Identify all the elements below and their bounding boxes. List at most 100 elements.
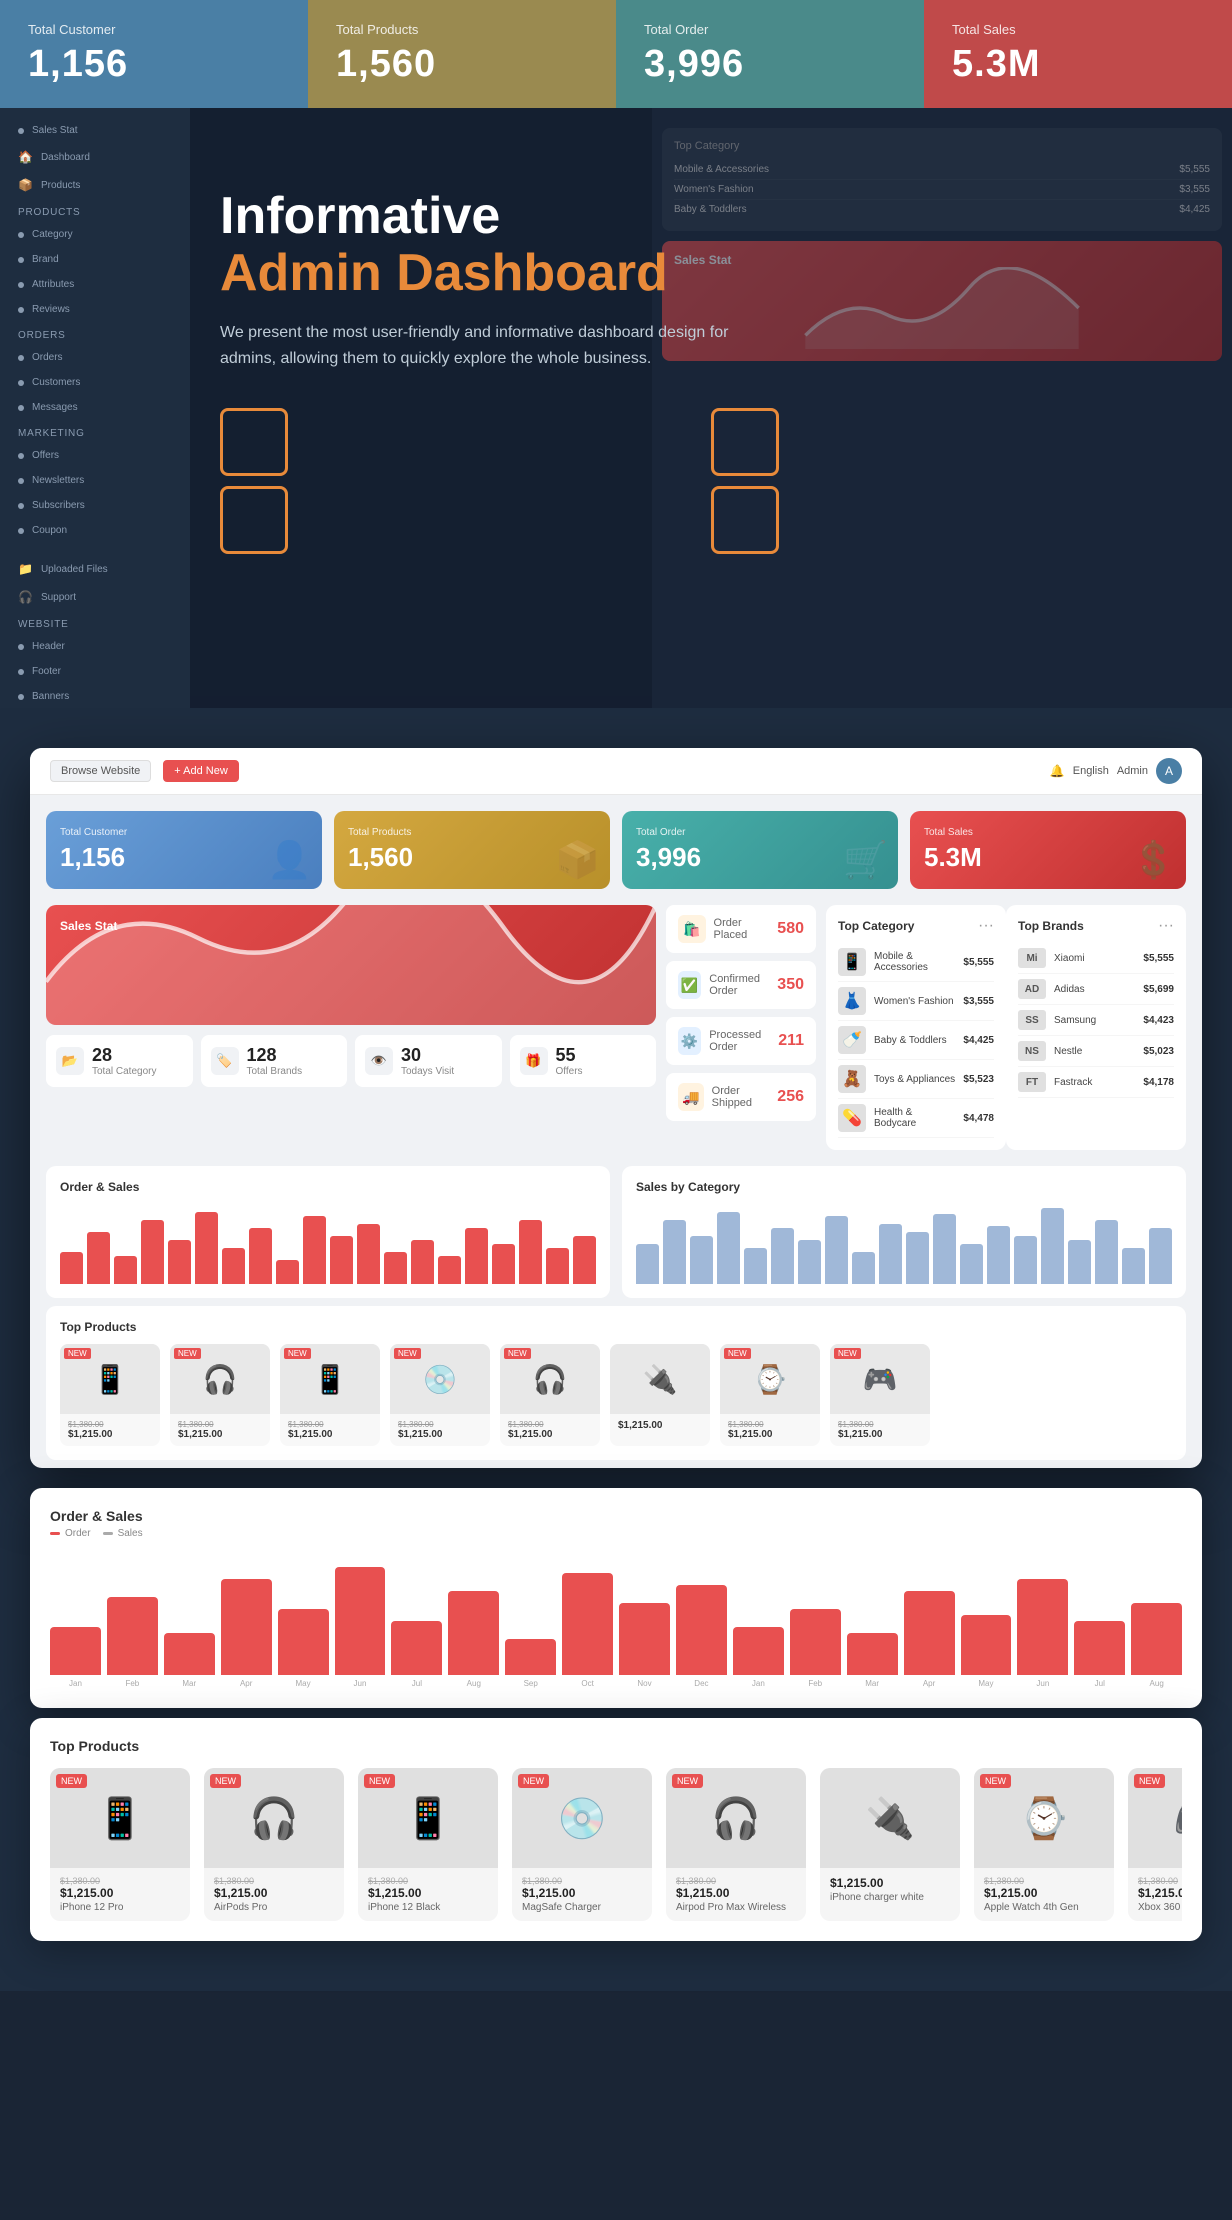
cat-name-2: Baby & Toddlers xyxy=(874,1035,955,1046)
metric-brands: 🏷️ 128 Total Brands xyxy=(201,1035,348,1087)
showcase-price-old: $1,380.00 xyxy=(368,1876,488,1886)
metric-lbl-1: Total Brands xyxy=(247,1066,303,1077)
stat-total-order: Total Order 3,996 xyxy=(616,0,924,108)
brand-val-4: $4,178 xyxy=(1143,1077,1174,1088)
charts-row: Order & Sales Sales by Category xyxy=(30,1166,1202,1306)
metric-val-3: 55 xyxy=(556,1045,583,1066)
showcase-product-item[interactable]: ⌚ NEW $1,380.00 $1,215.00 Apple Watch 4t… xyxy=(974,1768,1114,1921)
product-card[interactable]: 🎧 NEW $1,380.00 $1,215.00 xyxy=(170,1344,270,1446)
brand-val-0: $5,555 xyxy=(1143,953,1174,964)
showcase-product-image: ⌚ NEW xyxy=(974,1768,1114,1868)
metric-val-2: 30 xyxy=(401,1045,454,1066)
order-icon: 🛒 xyxy=(843,839,888,881)
top-category-title: Top Category xyxy=(838,919,914,933)
product-card[interactable]: 💿 NEW $1,380.00 $1,215.00 xyxy=(390,1344,490,1446)
brand-logo-2: SS xyxy=(1018,1010,1046,1030)
order-sales-bar-chart xyxy=(60,1204,596,1284)
large-chart-bar xyxy=(335,1567,386,1675)
chart-bar xyxy=(771,1228,794,1284)
product-card[interactable]: ⌚ NEW $1,380.00 $1,215.00 xyxy=(720,1344,820,1446)
metric-val-0: 28 xyxy=(92,1045,156,1066)
showcase-product-item[interactable]: 🔌 $1,215.00 iPhone charger white xyxy=(820,1768,960,1921)
product-info: $1,380.00 $1,215.00 xyxy=(280,1414,380,1446)
showcase-product-image: 💿 NEW xyxy=(512,1768,652,1868)
chart-label: Aug xyxy=(448,1679,499,1688)
showcase-product-item[interactable]: 🎮 NEW $1,380.00 $1,215.00 Xbox 360 xyxy=(1128,1768,1182,1921)
chart-label: Jul xyxy=(1074,1679,1125,1688)
showcase-product-item[interactable]: 🎧 NEW $1,380.00 $1,215.00 AirPods Pro xyxy=(204,1768,344,1921)
category-row-3: 🧸 Toys & Appliances $5,523 xyxy=(838,1060,994,1099)
large-chart-bar xyxy=(50,1627,101,1675)
showcase-product-item[interactable]: 💿 NEW $1,380.00 $1,215.00 MagSafe Charge… xyxy=(512,1768,652,1921)
order-card-shipped: 🚚 Order Shipped 256 xyxy=(666,1073,816,1121)
chart-label: Jun xyxy=(1017,1679,1068,1688)
chart-bar xyxy=(852,1252,875,1284)
bell-icon[interactable]: 🔔 xyxy=(1050,764,1065,778)
brand-row-0: Mi Xiaomi $5,555 xyxy=(1018,943,1174,974)
showcase-product-name: Xbox 360 xyxy=(1138,1902,1182,1913)
showcase-product-item[interactable]: 🎧 NEW $1,380.00 $1,215.00 Airpod Pro Max… xyxy=(666,1768,806,1921)
large-chart-bar xyxy=(1017,1579,1068,1675)
brand-name-3: Nestle xyxy=(1054,1046,1135,1057)
chart-label: Jan xyxy=(733,1679,784,1688)
product-card[interactable]: 🔌 $1,215.00 xyxy=(610,1344,710,1446)
brand-logo-3: NS xyxy=(1018,1041,1046,1061)
chart-label: Mar xyxy=(164,1679,215,1688)
stat-label-order: Total Order xyxy=(644,22,896,37)
showcase-product-name: Airpod Pro Max Wireless xyxy=(676,1902,796,1913)
product-card[interactable]: 📱 NEW $1,380.00 $1,215.00 xyxy=(60,1344,160,1446)
order-card-processed: ⚙️ Processed Order 211 xyxy=(666,1017,816,1065)
add-new-button[interactable]: + Add New xyxy=(163,760,239,782)
product-price: $1,215.00 xyxy=(728,1429,812,1440)
top-products-scroll[interactable]: 📱 NEW $1,380.00 $1,215.00 🎧 NEW $1,380.0… xyxy=(60,1344,1172,1446)
product-info: $1,380.00 $1,215.00 xyxy=(390,1414,490,1446)
lang-selector[interactable]: English xyxy=(1073,765,1109,777)
chart-bar xyxy=(492,1244,515,1284)
top-brands-menu[interactable]: ··· xyxy=(1158,917,1174,935)
chart-bar xyxy=(411,1240,434,1284)
showcase-product-badge: NEW xyxy=(56,1774,87,1788)
showcase-price-old: $1,380.00 xyxy=(984,1876,1104,1886)
showcase-product-image: 🎮 NEW xyxy=(1128,1768,1182,1868)
product-card[interactable]: 📱 NEW $1,380.00 $1,215.00 xyxy=(280,1344,380,1446)
avatar[interactable]: A xyxy=(1156,758,1182,784)
hero-icon-2 xyxy=(711,408,779,476)
showcase-product-info: $1,380.00 $1,215.00 Airpod Pro Max Wirel… xyxy=(666,1868,806,1921)
category-row-1: 👗 Women's Fashion $3,555 xyxy=(838,982,994,1021)
showcase-product-item[interactable]: 📱 NEW $1,380.00 $1,215.00 iPhone 12 Blac… xyxy=(358,1768,498,1921)
showcase-price-old: $1,380.00 xyxy=(60,1876,180,1886)
topbar-icons: 🔔 English Admin A xyxy=(1050,758,1182,784)
order-processed-label: Processed Order xyxy=(709,1029,778,1053)
product-card[interactable]: 🎮 NEW $1,380.00 $1,215.00 xyxy=(830,1344,930,1446)
product-price: $1,215.00 xyxy=(178,1429,262,1440)
chart-bar xyxy=(690,1236,713,1284)
chart-bar xyxy=(933,1214,956,1284)
brand-row-4: FT Fastrack $4,178 xyxy=(1018,1067,1174,1098)
product-card[interactable]: 🎧 NEW $1,380.00 $1,215.00 xyxy=(500,1344,600,1446)
order-processed-value: 211 xyxy=(778,1032,804,1050)
cat-icon-4: 💊 xyxy=(838,1104,866,1132)
showcase-product-info: $1,380.00 $1,215.00 Xbox 360 xyxy=(1128,1868,1182,1921)
hero-title: Informative xyxy=(220,188,1192,245)
showcase-products-scroll[interactable]: 📱 NEW $1,380.00 $1,215.00 iPhone 12 Pro … xyxy=(50,1768,1182,1921)
large-chart-bar xyxy=(733,1627,784,1675)
mini-stat-sales: Total Sales 5.3M 💲 xyxy=(910,811,1186,889)
chart-bar xyxy=(798,1240,821,1284)
stat-label-sales: Total Sales xyxy=(952,22,1204,37)
chart-bar xyxy=(879,1224,902,1284)
mini-stat-label-2: Total Order xyxy=(636,827,884,838)
product-price: $1,215.00 xyxy=(398,1429,482,1440)
stat-label-products: Total Products xyxy=(336,22,588,37)
brands-icon: 🏷️ xyxy=(211,1047,239,1075)
metrics-row: 📂 28 Total Category 🏷️ 128 Total Brands xyxy=(46,1035,656,1087)
browse-website-button[interactable]: Browse Website xyxy=(50,760,151,782)
top-brands-card: Top Brands ··· Mi Xiaomi $5,555 AD Adida… xyxy=(1006,905,1186,1150)
cat-val-0: $5,555 xyxy=(963,957,994,968)
brand-val-3: $5,023 xyxy=(1143,1046,1174,1057)
showcase-product-item[interactable]: 📱 NEW $1,380.00 $1,215.00 iPhone 12 Pro xyxy=(50,1768,190,1921)
chart-bar xyxy=(330,1236,353,1284)
order-sales-large-bars xyxy=(50,1555,1182,1675)
top-category-menu[interactable]: ··· xyxy=(978,917,994,935)
product-image: 🎧 NEW xyxy=(500,1344,600,1414)
chart-label: Dec xyxy=(676,1679,727,1688)
